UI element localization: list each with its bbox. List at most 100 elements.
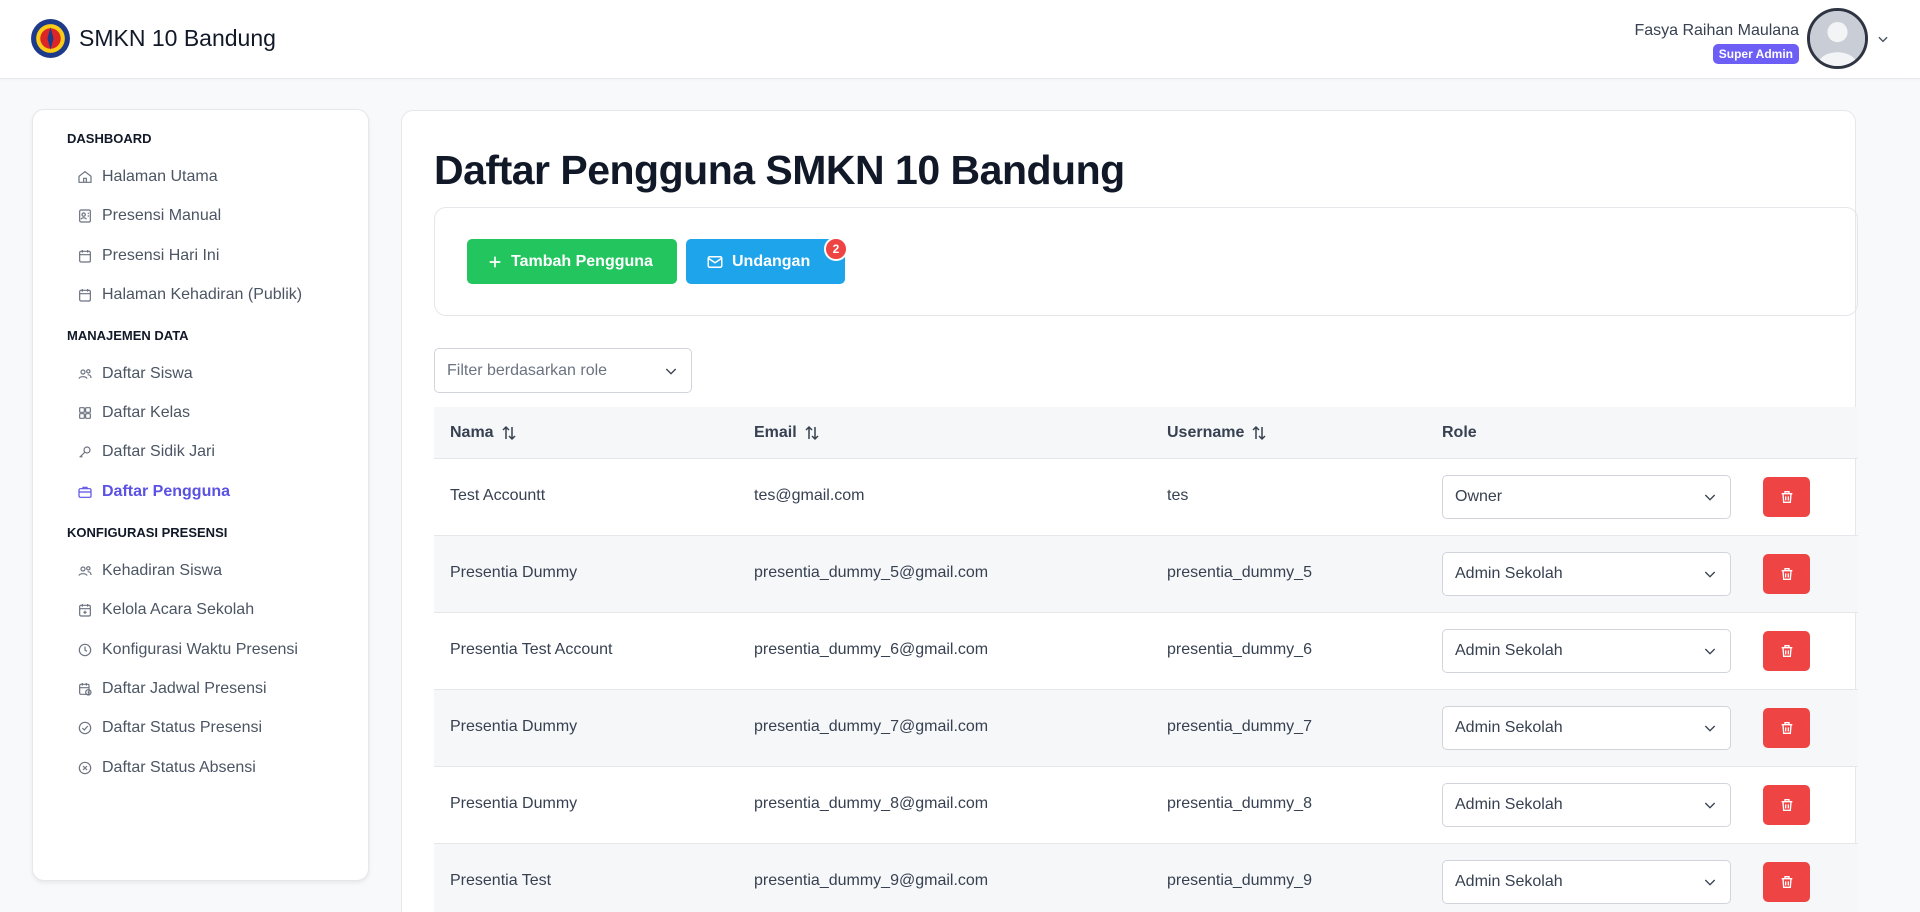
delete-user-button[interactable] [1763,554,1810,594]
sidebar-item-halaman-utama[interactable]: Halaman Utama [77,168,218,186]
column-label: Nama [450,424,494,441]
action-card: Tambah Pengguna Undangan 2 [434,207,1858,316]
cell-nama: Presentia Test [450,872,552,889]
sidebar-item-label: Halaman Utama [102,168,218,185]
table-row: Presentia Test Account presentia_dummy_6… [434,613,1858,690]
sidebar-item-label: Daftar Jadwal Presensi [102,680,267,697]
role-select[interactable]: Owner [1442,475,1731,519]
role-select[interactable]: Admin Sekolah [1442,783,1731,827]
role-select-value: Admin Sekolah [1455,719,1563,736]
sidebar-item-halaman-kehadiran-publik[interactable]: Halaman Kehadiran (Publik) [77,286,302,304]
column-header-role: Role [1442,424,1477,442]
column-header-nama[interactable]: Nama [450,424,518,442]
table-row: Presentia Dummy presentia_dummy_8@gmail.… [434,767,1858,844]
sidebar-item-label: Daftar Siswa [102,365,193,382]
trash-icon [1781,876,1792,888]
chevron-down-icon [1704,802,1716,809]
sidebar-item-label: Presensi Manual [102,207,222,224]
sidebar-item-presensi-hari-ini[interactable]: Presensi Hari Ini [77,247,219,265]
role-select[interactable]: Admin Sekolah [1442,552,1731,596]
invitation-button[interactable]: Undangan 2 [686,237,848,284]
cell-email: presentia_dummy_9@gmail.com [754,872,989,889]
cell-email: presentia_dummy_8@gmail.com [754,795,989,812]
cell-email: presentia_dummy_6@gmail.com [754,641,989,658]
role-select-value: Admin Sekolah [1455,565,1563,582]
delete-user-button[interactable] [1763,631,1810,671]
sidebar-item-kelola-acara-sekolah[interactable]: Kelola Acara Sekolah [77,601,254,619]
sidebar-item-label: Presensi Hari Ini [102,247,220,264]
role-select[interactable]: Admin Sekolah [1442,629,1731,673]
avatar[interactable] [1807,8,1868,69]
sidebar-item-label: Daftar Status Absensi [102,759,256,776]
contact-icon [79,209,91,223]
chevron-down-icon [1704,494,1716,501]
table-row: Presentia Dummy presentia_dummy_7@gmail.… [434,690,1858,767]
user-avatar-icon [1810,11,1865,66]
column-label: Username [1167,424,1245,441]
add-user-button[interactable]: Tambah Pengguna [467,239,677,284]
sidebar-item-label: Halaman Kehadiran (Publik) [102,286,303,303]
trash-icon [1781,491,1792,503]
role-select[interactable]: Admin Sekolah [1442,706,1731,750]
cell-email: tes@gmail.com [754,487,865,504]
trash-icon [1781,722,1792,734]
delete-user-button[interactable] [1763,785,1810,825]
cell-nama: Presentia Test Account [450,641,613,658]
cell-username: tes [1167,487,1189,504]
calendar-plus-icon [79,604,91,617]
sidebar-item-daftar-jadwal-presensi[interactable]: Daftar Jadwal Presensi [77,680,267,698]
cell-email: presentia_dummy_7@gmail.com [754,718,989,735]
school-name: SMKN 10 Bandung [79,25,276,51]
mail-icon [707,255,723,268]
sidebar-item-konfigurasi-waktu-presensi[interactable]: Konfigurasi Waktu Presensi [77,641,298,659]
user-role-badge: Super Admin [1712,43,1799,64]
chevron-down-icon[interactable] [1876,32,1890,46]
sidebar-item-label: Daftar Kelas [102,404,191,421]
trash-icon [1781,799,1792,811]
user-menu[interactable]: Fasya Raihan Maulana Super Admin [1634,8,1890,69]
grid-icon [79,407,91,419]
column-header-email[interactable]: Email [754,424,821,442]
sidebar-item-kehadiran-siswa[interactable]: Kehadiran Siswa [77,562,222,580]
cell-nama: Presentia Dummy [450,564,578,581]
cell-username: presentia_dummy_7 [1167,718,1312,735]
role-select-value: Admin Sekolah [1455,642,1563,659]
role-select[interactable]: Admin Sekolah [1442,860,1731,904]
chevron-down-icon [1704,879,1716,886]
role-select-value: Owner [1455,488,1503,505]
sidebar-item-daftar-kelas[interactable]: Daftar Kelas [77,404,190,422]
sidebar-item-daftar-status-absensi[interactable]: Daftar Status Absensi [77,759,256,777]
calendar-clock-icon [79,683,92,696]
role-select-value: Admin Sekolah [1455,796,1563,813]
table-row: Presentia Test presentia_dummy_9@gmail.c… [434,844,1858,912]
section-title-konfigurasi-presensi: KONFIGURASI PRESENSI [67,525,228,540]
sort-icon [1252,425,1266,441]
cell-email: presentia_dummy_5@gmail.com [754,564,989,581]
invitation-count-badge: 2 [824,237,848,261]
brand[interactable]: SMKN 10 Bandung [30,18,276,59]
sidebar-item-label: Konfigurasi Waktu Presensi [102,641,298,658]
sidebar-item-label: Kelola Acara Sekolah [102,601,255,618]
sidebar-item-daftar-pengguna[interactable]: Daftar Pengguna [77,483,230,501]
column-header-username[interactable]: Username [1167,424,1268,442]
sidebar-item-daftar-sidik-jari[interactable]: Daftar Sidik Jari [77,443,215,461]
sidebar-item-presensi-manual[interactable]: Presensi Manual [77,207,221,225]
cell-nama: Test Accountt [450,487,546,504]
delete-user-button[interactable] [1763,477,1810,517]
cell-nama: Presentia Dummy [450,718,578,735]
trash-icon [1781,645,1792,657]
plus-icon [489,256,501,267]
role-select-value: Admin Sekolah [1455,873,1563,890]
home-icon [78,170,92,183]
role-filter-select[interactable]: Filter berdasarkan role [434,348,692,393]
sidebar-item-label: Daftar Status Presensi [102,719,263,736]
cell-username: presentia_dummy_9 [1167,872,1312,889]
sidebar-item-daftar-status-presensi[interactable]: Daftar Status Presensi [77,719,262,737]
cell-username: presentia_dummy_6 [1167,641,1312,658]
delete-user-button[interactable] [1763,862,1810,902]
delete-user-button[interactable] [1763,708,1810,748]
sidebar-item-daftar-siswa[interactable]: Daftar Siswa [77,365,193,383]
section-title-manajemen-data: MANAJEMEN DATA [67,328,189,343]
chevron-down-icon [1704,725,1716,732]
chevron-down-icon [1704,648,1716,655]
